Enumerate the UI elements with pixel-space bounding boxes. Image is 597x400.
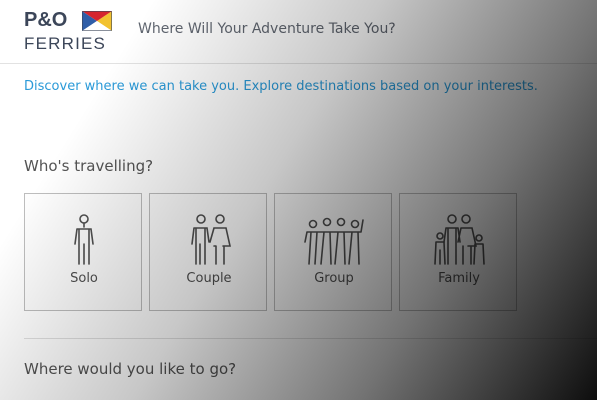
logo-text-top: P&O [24, 9, 68, 31]
group-option-card[interactable]: Group [274, 193, 392, 311]
group-icon [304, 217, 364, 265]
solo-option-card[interactable]: Solo [24, 193, 142, 311]
family-label: Family [438, 271, 480, 286]
group-label: Group [314, 271, 354, 286]
whos-travelling-heading: Who's travelling? [24, 157, 154, 175]
couple-option-card[interactable]: Couple [149, 193, 267, 311]
family-option-card[interactable]: Family [399, 193, 517, 311]
po-ferries-logo[interactable]: P&O FERRIES [24, 10, 116, 54]
logo-text-bottom: FERRIES [24, 34, 107, 53]
destination-heading: Where would you like to go? [24, 360, 237, 378]
solo-label: Solo [70, 271, 98, 286]
couple-label: Couple [186, 271, 232, 286]
flag-icon [82, 11, 112, 31]
site-header: P&O FERRIES Where Will Your Adventure Ta… [0, 0, 597, 64]
page-title: Where Will Your Adventure Take You? [138, 21, 396, 37]
family-icon [434, 214, 485, 265]
solo-person-icon [74, 214, 94, 265]
couple-icon [191, 214, 231, 265]
intro-text: Discover where we can take you. Explore … [24, 79, 538, 94]
section-divider [24, 338, 597, 339]
